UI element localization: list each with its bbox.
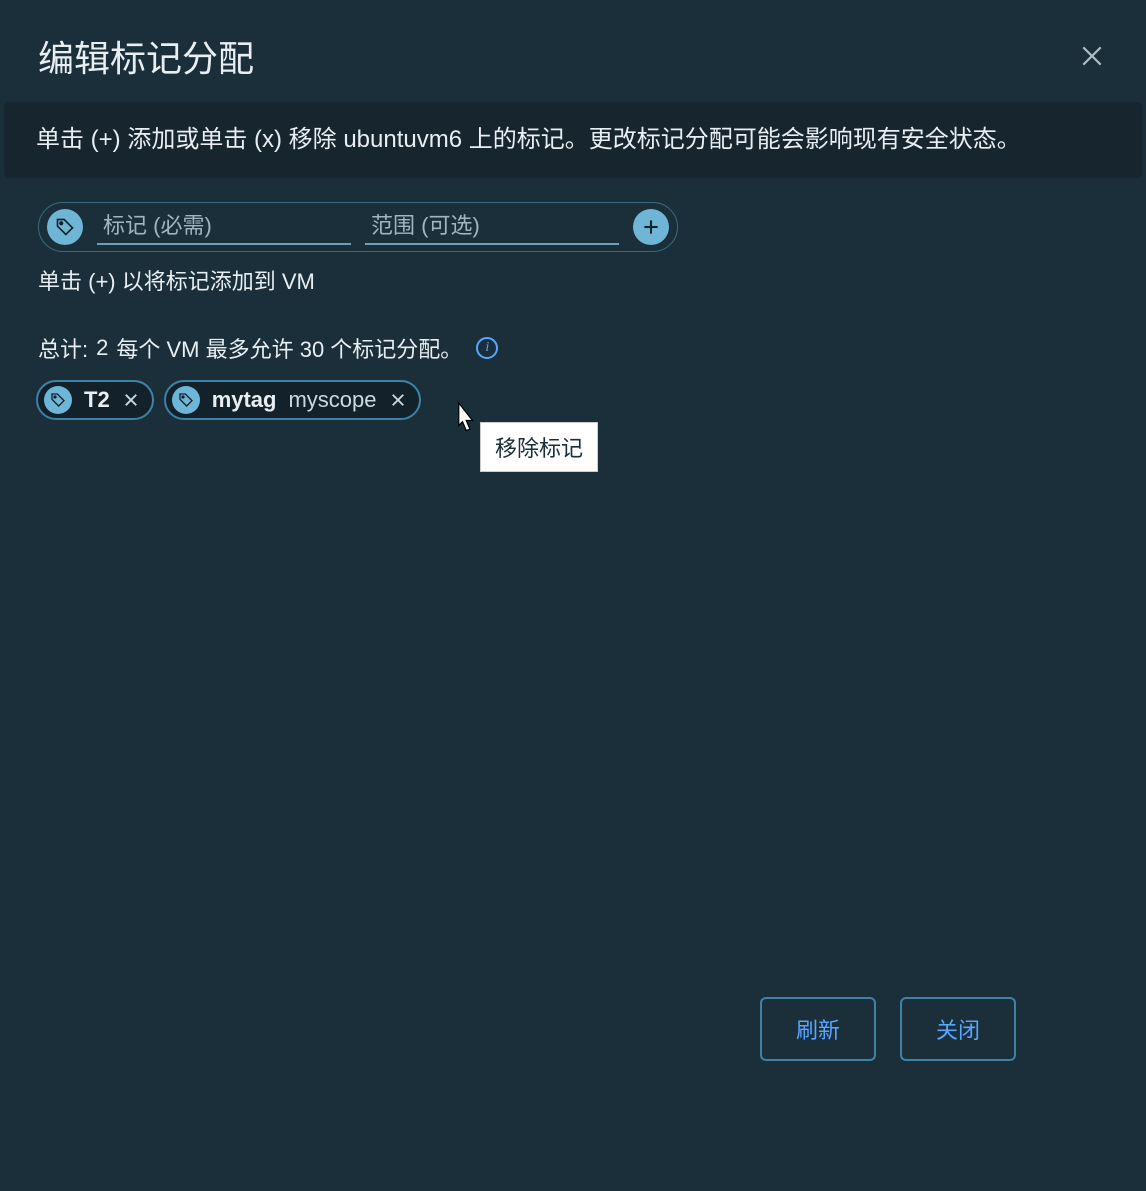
tooltip: 移除标记 [480,422,598,472]
remove-tag-icon[interactable] [122,391,140,409]
chips-row: T2 mytag myscope [36,380,1110,420]
totals-count: 2 [96,335,108,361]
tag-icon [44,386,72,414]
close-button[interactable]: 关闭 [900,997,1016,1061]
modal-title: 编辑标记分配 [38,30,254,82]
tag-chip: mytag myscope [164,380,421,420]
tag-input[interactable] [97,209,351,245]
chip-tag-label: mytag [212,387,277,413]
tag-input-row [38,202,678,252]
chip-scope-label: myscope [288,387,376,413]
chip-tag-label: T2 [84,387,110,413]
remove-tag-icon[interactable] [389,391,407,409]
totals-suffix: 每个 VM 最多允许 30 个标记分配。 [116,332,462,364]
footer: 刷新 关闭 [760,997,1016,1061]
tag-icon [172,386,200,414]
close-icon[interactable] [1076,40,1108,72]
tag-chip: T2 [36,380,154,420]
refresh-button[interactable]: 刷新 [760,997,876,1061]
info-banner: 单击 (+) 添加或单击 (x) 移除 ubuntuvm6 上的标记。更改标记分… [4,102,1142,178]
hint-text: 单击 (+) 以将标记添加到 VM [38,264,1108,296]
modal-header: 编辑标记分配 [0,0,1146,102]
add-button[interactable] [633,209,669,245]
tag-icon [47,209,83,245]
scope-input[interactable] [365,209,619,245]
totals-prefix: 总计: [38,332,88,364]
totals-row: 总计: 2 每个 VM 最多允许 30 个标记分配。 i [38,332,1108,364]
info-icon[interactable]: i [476,337,498,359]
